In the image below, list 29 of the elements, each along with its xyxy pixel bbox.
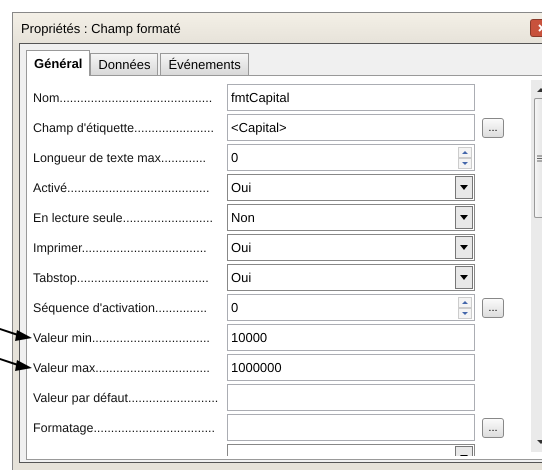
- field-label: Tabstop......................................: [32, 270, 210, 284]
- ellipsis-button[interactable]: ...: [482, 418, 504, 438]
- tab[interactable]: Événements: [160, 53, 249, 75]
- input-field[interactable]: 1000000: [227, 354, 475, 381]
- input-field[interactable]: fmtCapital: [227, 84, 475, 111]
- input-field[interactable]: <Capital>: [227, 114, 475, 141]
- dropdown-field[interactable]: Oui: [227, 264, 475, 291]
- field-label: Valeur max.................................: [32, 360, 211, 374]
- field-label: Activé.........................................: [32, 180, 210, 194]
- field-label: En lecture seule..........................: [32, 210, 214, 224]
- spin-field[interactable]: 0: [227, 294, 475, 321]
- tab[interactable]: Général: [26, 50, 90, 76]
- field-label: Nom............................................: [32, 90, 214, 104]
- field-label: Formatage...................................: [32, 420, 216, 434]
- field-label: Valeur min..................................: [32, 330, 211, 344]
- dropdown-field[interactable]: Non: [227, 204, 475, 231]
- input-field[interactable]: 10000: [227, 324, 475, 351]
- field-label: Longueur de texte max.............: [32, 150, 208, 164]
- spin-field[interactable]: 0: [227, 144, 475, 171]
- tab[interactable]: Données: [90, 53, 158, 75]
- field-label: Champ d'étiquette.......................: [32, 120, 215, 134]
- ellipsis-button[interactable]: ...: [482, 298, 504, 318]
- ellipsis-button[interactable]: ...: [482, 118, 504, 138]
- dropdown-field[interactable]: Oui: [227, 234, 475, 261]
- window-title: Propriétés : Champ formaté: [20, 20, 181, 36]
- field-label: Imprimer....................................: [32, 240, 208, 254]
- field-label: Séquence d'activation...............: [32, 300, 208, 314]
- field-label: Valeur par défaut..........................: [32, 390, 220, 404]
- dropdown-field[interactable]: Oui: [227, 174, 475, 201]
